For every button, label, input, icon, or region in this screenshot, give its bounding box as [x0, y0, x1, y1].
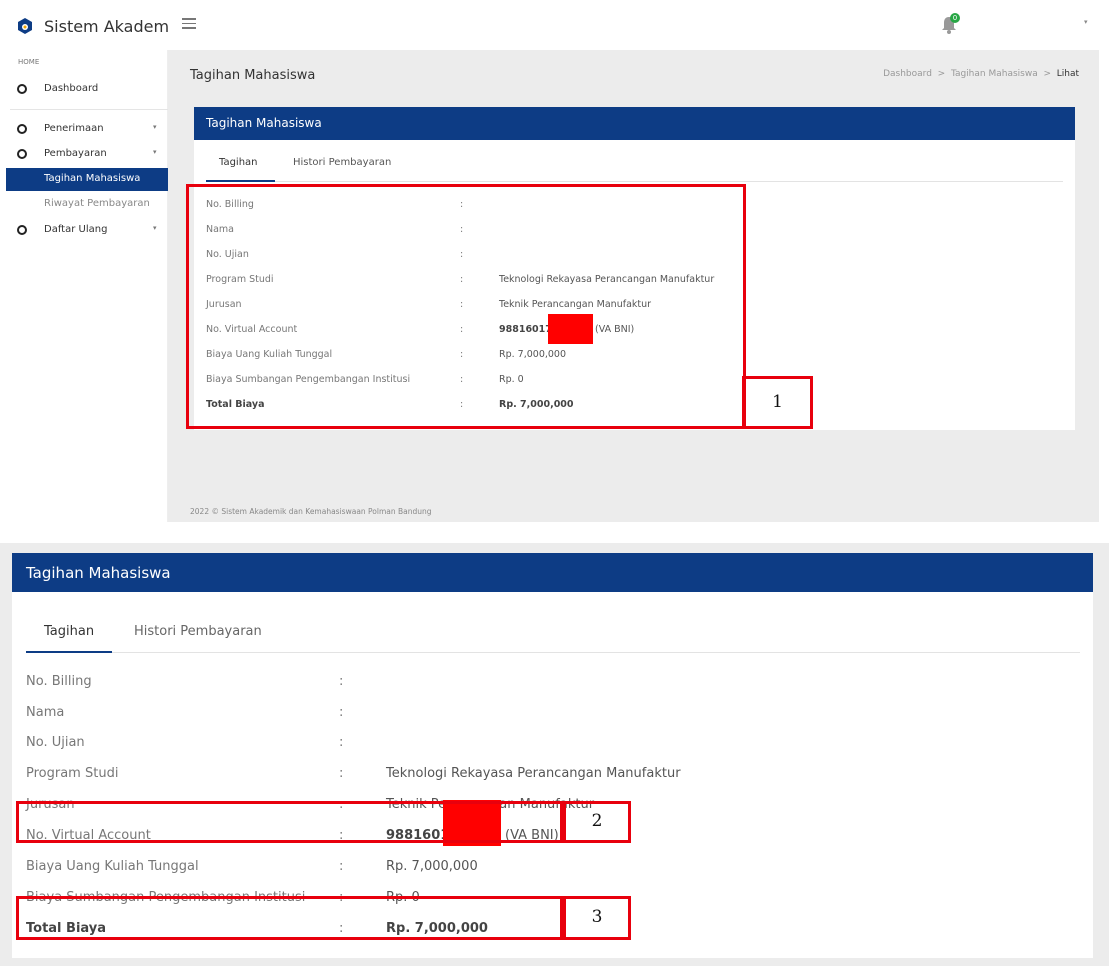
- highlight-box-2: [16, 801, 563, 843]
- sidebar-item-daftar-ulang[interactable]: Daftar Ulang ▾: [0, 221, 168, 241]
- chevron-down-icon: ▾: [153, 224, 157, 232]
- sidebar-item-pembayaran[interactable]: Pembayaran ▾: [0, 145, 168, 165]
- page-title: Tagihan Mahasiswa: [190, 68, 316, 83]
- footer-text: 2022 © Sistem Akademik dan Kemahasiswaan…: [190, 507, 432, 516]
- breadcrumb: Dashboard > Tagihan Mahasiswa > Lihat: [883, 69, 1079, 79]
- chevron-down-icon: ▾: [153, 148, 157, 156]
- circle-icon: [17, 84, 27, 94]
- user-menu-chevron-down-icon[interactable]: ▾: [1084, 18, 1088, 26]
- card-title: Tagihan Mahasiswa: [12, 553, 1093, 592]
- row-nama: Nama:: [26, 705, 344, 720]
- breadcrumb-dashboard[interactable]: Dashboard: [883, 69, 932, 79]
- tab-bar: Tagihan Histori Pembayaran: [206, 152, 1063, 182]
- sidebar: HOME Dashboard Penerimaan ▾ Pembayaran ▾…: [0, 50, 168, 522]
- sidebar-item-penerimaan[interactable]: Penerimaan ▾: [0, 120, 168, 140]
- tab-bar: Tagihan Histori Pembayaran: [26, 613, 1080, 653]
- active-tab-indicator: [206, 180, 275, 182]
- circle-icon: [17, 149, 27, 159]
- breadcrumb-separator: >: [1043, 69, 1051, 79]
- sidebar-item-tagihan-mahasiswa[interactable]: Tagihan Mahasiswa: [6, 168, 168, 191]
- breadcrumb-tagihan[interactable]: Tagihan Mahasiswa: [951, 69, 1038, 79]
- app-logo-icon: [18, 18, 32, 34]
- row-program-studi: Program Studi: Teknologi Rekayasa Peranca…: [26, 766, 681, 781]
- top-screenshot: Sistem Akademik 0 ▾ HOME Dashboard Pener…: [0, 0, 1109, 522]
- row-no-ujian: No. Ujian:: [26, 735, 344, 750]
- tab-tagihan[interactable]: Tagihan: [219, 157, 258, 168]
- sidebar-item-riwayat-pembayaran[interactable]: Riwayat Pembayaran: [6, 193, 168, 216]
- sidebar-section-home: HOME: [18, 58, 40, 66]
- highlight-box-1: [186, 184, 746, 429]
- app-title[interactable]: Sistem Akademik: [44, 17, 170, 36]
- card-title: Tagihan Mahasiswa: [194, 107, 1075, 140]
- sidebar-item-dashboard[interactable]: Dashboard: [0, 80, 168, 100]
- annotation-number-1: 1: [772, 392, 783, 412]
- tab-histori-pembayaran[interactable]: Histori Pembayaran: [293, 157, 391, 168]
- sidebar-divider: [10, 109, 168, 110]
- annotation-number-3: 3: [591, 907, 603, 927]
- annotation-number-2: 2: [591, 811, 603, 831]
- breadcrumb-current: Lihat: [1056, 69, 1079, 79]
- row-biaya-ukt: Biaya Uang Kuliah Tunggal: Rp. 7,000,000: [26, 859, 478, 874]
- circle-icon: [17, 124, 27, 134]
- active-tab-indicator: [26, 651, 112, 653]
- tab-tagihan[interactable]: Tagihan: [44, 624, 94, 639]
- breadcrumb-separator: >: [937, 69, 946, 79]
- circle-icon: [17, 225, 27, 235]
- highlight-box-3: [16, 896, 563, 940]
- notification-badge: 0: [950, 13, 960, 23]
- tab-histori-pembayaran[interactable]: Histori Pembayaran: [134, 624, 262, 639]
- top-navbar: Sistem Akademik 0 ▾: [0, 0, 1109, 50]
- bottom-screenshot: Tagihan Mahasiswa Tagihan Histori Pembay…: [0, 543, 1109, 966]
- row-no-billing: No. Billing:: [26, 674, 344, 689]
- chevron-down-icon: ▾: [153, 123, 157, 131]
- hamburger-menu-icon[interactable]: [182, 18, 196, 30]
